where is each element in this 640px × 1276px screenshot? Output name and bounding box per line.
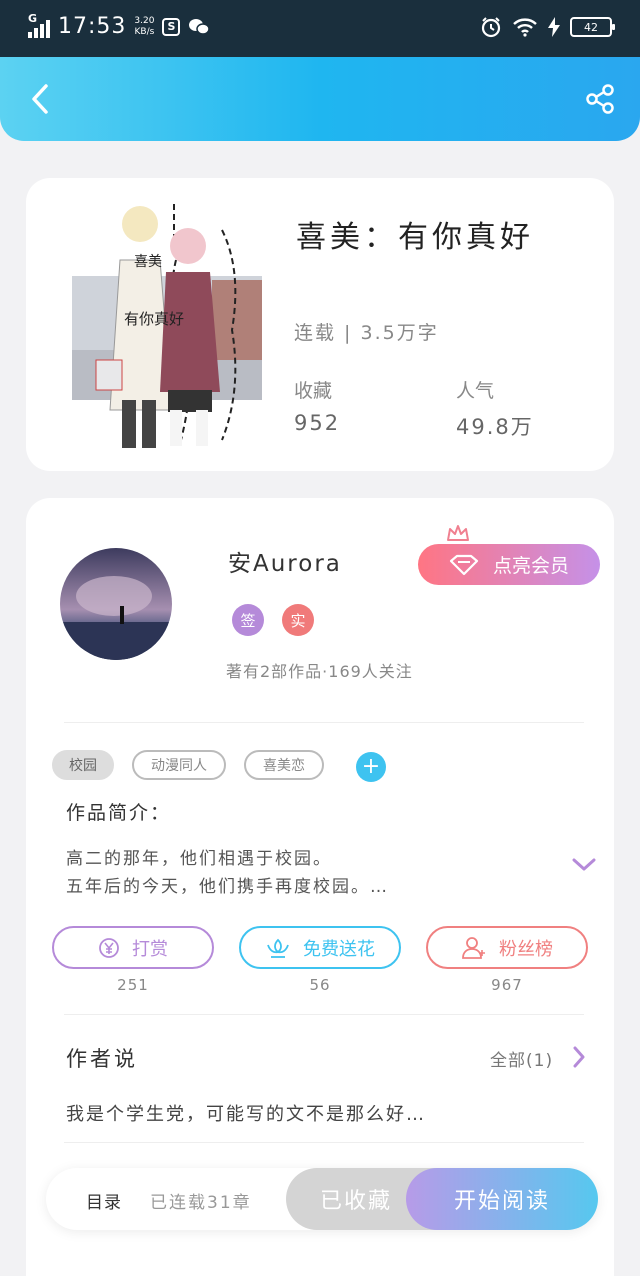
speed-unit: KB/s bbox=[134, 26, 155, 37]
add-tag-button[interactable]: + bbox=[356, 752, 386, 782]
author-stats: 著有2部作品·169人关注 bbox=[226, 662, 413, 681]
tip-count: 251 bbox=[117, 976, 149, 994]
author-avatar[interactable] bbox=[60, 548, 172, 660]
signed-badge: 签 bbox=[232, 604, 264, 636]
start-reading-button[interactable]: 开始阅读 bbox=[406, 1168, 598, 1230]
wechat-icon bbox=[189, 18, 211, 35]
diamond-icon bbox=[449, 554, 479, 575]
divider bbox=[64, 1014, 584, 1015]
popularity-stat: 人气 49.8万 bbox=[456, 376, 534, 441]
expand-chevron-icon[interactable] bbox=[572, 858, 596, 872]
tag-campus[interactable]: 校园 bbox=[52, 750, 114, 780]
user-icon bbox=[462, 936, 485, 959]
status-bar: G 17:53 3.20 KB/s S 42 bbox=[0, 0, 640, 57]
divider bbox=[64, 722, 584, 723]
book-cover[interactable]: 喜美 有你真好 bbox=[72, 200, 262, 450]
tip-label: 打赏 bbox=[132, 938, 168, 960]
chevron-right-icon[interactable] bbox=[572, 1046, 586, 1068]
signal-icon: G bbox=[28, 12, 50, 38]
flower-icon bbox=[267, 938, 289, 958]
intro-title: 作品简介： bbox=[66, 802, 172, 824]
book-status: 连载 | 3.5万字 bbox=[294, 322, 439, 344]
popularity-value: 49.8万 bbox=[456, 415, 534, 439]
intro-line-2: 五年后的今天，他们携手再度校园。… bbox=[66, 877, 389, 897]
crown-icon bbox=[447, 525, 469, 541]
battery-icon: 42 bbox=[570, 17, 615, 37]
tag-anime-fan[interactable]: 动漫同人 bbox=[132, 750, 226, 780]
send-flower-label: 免费送花 bbox=[303, 938, 375, 960]
author-card: 安Aurora 签 实 著有2部作品·169人关注 点亮会员 校园 动漫同人 喜… bbox=[26, 498, 614, 1276]
book-title: 喜美：有你真好 bbox=[296, 220, 534, 255]
bottom-action-bar: 目录 已连载31章 已收藏 开始阅读 bbox=[46, 1168, 598, 1230]
author-says-text: 我是个学生党，可能写的文不是那么好… bbox=[66, 1104, 426, 1125]
share-icon bbox=[586, 84, 614, 114]
intro-line-1: 高二的那年，他们相遇于校园。 bbox=[66, 849, 332, 869]
speed-value: 3.20 bbox=[134, 15, 155, 26]
alarm-icon bbox=[481, 17, 501, 38]
toc-button[interactable]: 目录 bbox=[86, 1188, 122, 1213]
network-type: G bbox=[28, 11, 38, 25]
tip-button[interactable]: 打赏 bbox=[52, 926, 214, 969]
chapter-count[interactable]: 已连载31章 bbox=[150, 1188, 252, 1213]
vip-label: 点亮会员 bbox=[492, 555, 569, 577]
fan-ranking-label: 粉丝榜 bbox=[499, 938, 553, 960]
wifi-icon bbox=[513, 18, 537, 37]
chevron-left-icon bbox=[32, 84, 48, 114]
favorites-value: 952 bbox=[294, 411, 341, 435]
back-button[interactable] bbox=[20, 79, 60, 119]
author-says-all-link[interactable]: 全部(1) bbox=[490, 1046, 553, 1071]
fan-ranking-button[interactable]: 粉丝榜 bbox=[426, 926, 588, 969]
book-info-card: 喜美 有你真好 喜美：有你真好 连载 | 3.5万字 收藏 952 人气 49.… bbox=[26, 178, 614, 471]
yen-icon bbox=[99, 937, 119, 958]
clock: 17:53 bbox=[58, 14, 127, 39]
popularity-label: 人气 bbox=[456, 380, 495, 402]
flower-count: 56 bbox=[309, 976, 331, 994]
favorites-label: 收藏 bbox=[294, 380, 333, 402]
send-flower-button[interactable]: 免费送花 bbox=[239, 926, 401, 969]
app-s-icon: S bbox=[162, 17, 181, 36]
verified-badge: 实 bbox=[282, 604, 314, 636]
fan-count: 967 bbox=[491, 976, 523, 994]
cover-text-1: 喜美 bbox=[134, 254, 162, 270]
charging-icon bbox=[548, 17, 560, 37]
share-button[interactable] bbox=[580, 79, 620, 119]
vip-button[interactable]: 点亮会员 bbox=[418, 544, 600, 585]
cover-text-2: 有你真好 bbox=[124, 310, 184, 328]
tag-xi-mei[interactable]: 喜美恋 bbox=[244, 750, 324, 780]
divider bbox=[64, 1142, 584, 1143]
network-speed: 3.20 KB/s bbox=[134, 16, 154, 38]
author-name[interactable]: 安Aurora bbox=[228, 544, 342, 578]
top-app-bar bbox=[0, 57, 640, 141]
battery-level: 42 bbox=[584, 20, 598, 34]
author-says-title: 作者说 bbox=[66, 1047, 138, 1071]
favorites-stat: 收藏 952 bbox=[294, 376, 340, 435]
